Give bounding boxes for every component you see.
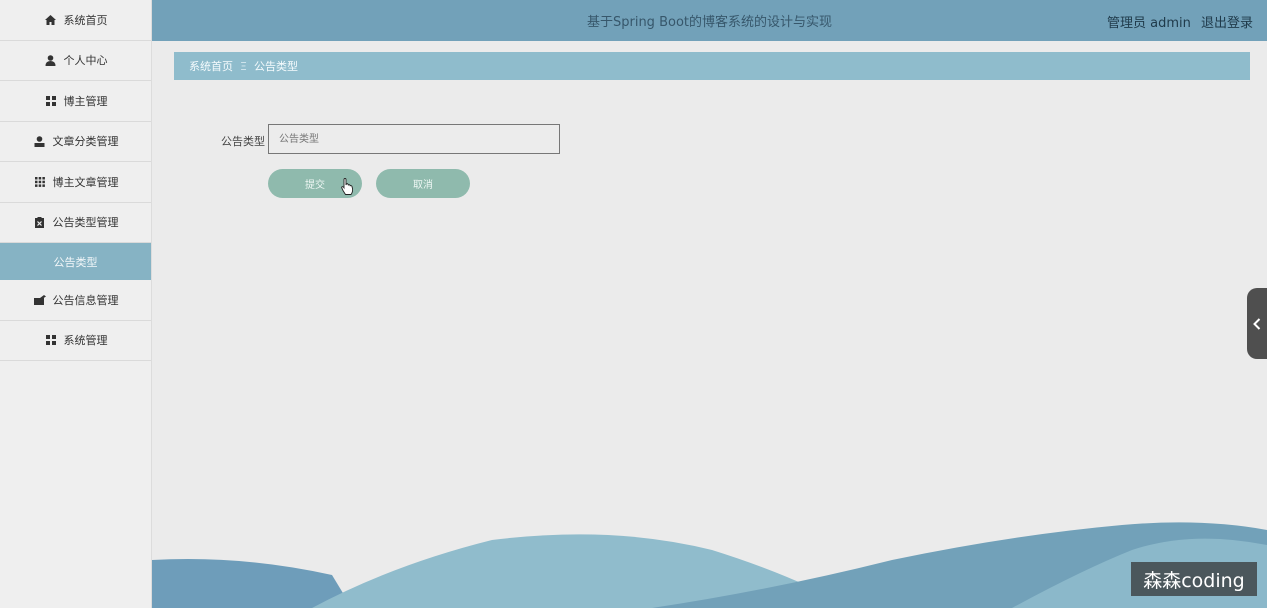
sidebar-item-label: 公告类型 bbox=[53, 255, 98, 269]
username-label: 管理员 admin bbox=[1106, 16, 1191, 31]
sidebar-item-label: 个人中心 bbox=[63, 54, 108, 68]
sidebar-item-blogger[interactable]: 博主管理 bbox=[0, 81, 151, 122]
home-icon bbox=[44, 13, 58, 27]
breadcrumb-current: 公告类型 bbox=[253, 60, 298, 73]
hand-pointer-icon bbox=[341, 178, 354, 195]
sidebar: 系统首页 个人中心 博主管理 文章分类管理 博主文章管理 公告类型管理 公告类型 bbox=[0, 0, 152, 608]
grid-icon bbox=[44, 94, 58, 108]
breadcrumb-separator-icon: Ξ bbox=[240, 59, 247, 73]
notice-type-input[interactable] bbox=[268, 124, 560, 154]
sidebar-item-label: 博主文章管理 bbox=[52, 175, 119, 189]
sidebar-subitem-notice-type[interactable]: 公告类型 bbox=[0, 243, 151, 280]
apps-icon bbox=[33, 175, 47, 189]
sidebar-item-label: 系统管理 bbox=[63, 334, 108, 348]
clipboard-icon bbox=[33, 215, 47, 229]
sidebar-item-label: 系统首页 bbox=[63, 13, 108, 27]
breadcrumb: 系统首页 Ξ 公告类型 bbox=[174, 52, 1250, 80]
app-title: 基于Spring Boot的博客系统的设计与实现 bbox=[586, 15, 832, 30]
watermark-label: 森森coding bbox=[1131, 562, 1257, 596]
sidebar-item-label: 博主管理 bbox=[63, 94, 108, 108]
sidebar-item-label: 公告类型管理 bbox=[52, 216, 119, 230]
cancel-button[interactable]: 取消 bbox=[376, 169, 470, 198]
sidebar-item-system[interactable]: 系统管理 bbox=[0, 321, 151, 361]
user-area: 管理员 admin 退出登录 bbox=[1101, 12, 1253, 31]
chevron-left-icon bbox=[1253, 317, 1261, 330]
decorative-waves bbox=[152, 522, 1267, 608]
sidebar-item-label: 文章分类管理 bbox=[52, 135, 119, 149]
briefcase-icon bbox=[33, 293, 47, 307]
sidebar-item-profile[interactable]: 个人中心 bbox=[0, 41, 151, 81]
breadcrumb-home[interactable]: 系统首页 bbox=[189, 58, 233, 74]
sidebar-item-label: 公告信息管理 bbox=[52, 293, 119, 307]
sidebar-item-notice-type-mgmt[interactable]: 公告类型管理 bbox=[0, 203, 151, 243]
sidebar-item-home[interactable]: 系统首页 bbox=[0, 0, 151, 41]
logout-link[interactable]: 退出登录 bbox=[1201, 16, 1253, 31]
sidebar-item-notice-info[interactable]: 公告信息管理 bbox=[0, 280, 151, 321]
sidebar-item-article-category[interactable]: 文章分类管理 bbox=[0, 122, 151, 162]
sidebar-item-blogger-articles[interactable]: 博主文章管理 bbox=[0, 162, 151, 203]
user-icon bbox=[44, 53, 58, 67]
top-header: 基于Spring Boot的博客系统的设计与实现 管理员 admin 退出登录 bbox=[152, 0, 1267, 41]
collapse-toggle[interactable] bbox=[1247, 288, 1267, 359]
notice-type-label: 公告类型 bbox=[221, 135, 265, 148]
grid-icon bbox=[44, 333, 58, 347]
person-icon bbox=[33, 134, 47, 148]
